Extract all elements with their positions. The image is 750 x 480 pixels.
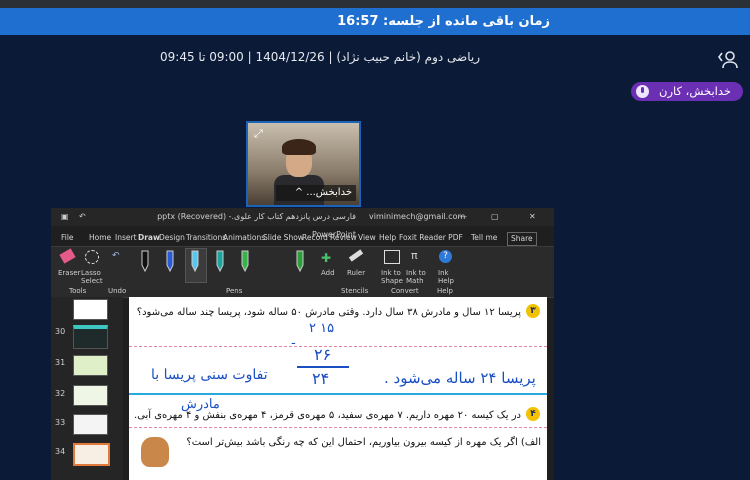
pen-blue-icon[interactable] — [164, 249, 176, 273]
microphone-icon — [636, 85, 649, 98]
slide-thumbnail[interactable] — [73, 299, 108, 320]
tab-foxit[interactable]: Foxit Reader PDF — [399, 230, 463, 246]
handwritten-subtract: ۲۶ — [314, 345, 332, 364]
video-name-text: خدابخش... — [306, 187, 352, 198]
video-person-hair — [282, 139, 316, 155]
ink-help-icon[interactable]: ? — [439, 250, 452, 263]
session-timer-bar: زمان باقی مانده از جلسه: 16:57 — [0, 8, 750, 35]
question-text: در یک کیسه ۲۰ مهره داریم. ۷ مهره‌ی سفید،… — [133, 410, 521, 421]
save-icon[interactable]: ▣ — [61, 208, 69, 226]
handwritten-answer: پریسا ۲۴ ساله می‌شود . — [384, 369, 536, 387]
blue-line — [129, 393, 547, 395]
slide-thumbnails: 30 31 32 33 34 — [51, 297, 123, 480]
ink-to-math-icon[interactable]: π — [411, 249, 418, 262]
question-text: الف) اگر یک مهره از کیسه بیرون بیاوریم، … — [186, 437, 541, 448]
question-number: ۳ — [526, 304, 540, 318]
help-group: Help — [437, 287, 453, 295]
pen-teal-icon[interactable] — [214, 249, 226, 273]
handwritten-line — [297, 366, 349, 368]
handwritten-difference: تفاوت سنی پریسا با — [151, 367, 268, 383]
ruler-icon[interactable] — [348, 249, 364, 262]
shared-screen-powerpoint[interactable]: ▣ ↶ فارسی درس پانزدهم کتاب کار علوی.pptx… — [51, 208, 554, 480]
add-label: Add — [321, 269, 335, 277]
pen-green-icon[interactable] — [239, 249, 251, 273]
current-slide: ۳ پریسا ۱۲ سال و مادرش ۳۸ سال دارد. وقتی… — [129, 297, 547, 480]
tools-group: Tools — [69, 287, 87, 295]
ink-to-shape-label: Ink to Shape — [381, 269, 403, 285]
slide-number: 34 — [55, 447, 66, 456]
minus-sign: - — [291, 335, 296, 351]
pen-green2-icon[interactable] — [294, 249, 306, 273]
tab-insert[interactable]: Insert — [115, 230, 137, 246]
powerpoint-titlebar: ▣ ↶ فارسی درس پانزدهم کتاب کار علوی.pptx… — [51, 208, 554, 239]
add-pen-icon[interactable]: ✚ — [321, 251, 331, 265]
slide-thumbnail[interactable] — [73, 355, 108, 376]
tell-me[interactable]: Tell me — [471, 230, 497, 246]
tab-slideshow[interactable]: Slide Show — [263, 230, 304, 246]
eraser-label: Eraser — [58, 269, 81, 277]
ribbon-tabs: File Home Insert Draw Design Transitions… — [51, 230, 554, 246]
slide-thumbnail[interactable] — [73, 325, 108, 349]
pen-black-icon[interactable] — [139, 249, 151, 273]
tab-view[interactable]: View — [358, 230, 376, 246]
ruler-label: Ruler — [347, 269, 366, 277]
ink-help-label: Ink Help — [438, 269, 454, 285]
handwritten-result: ۲۴ — [312, 369, 330, 388]
tab-draw[interactable]: Draw — [138, 230, 160, 246]
participant-name: خدابخش، کارن — [659, 84, 731, 98]
user-email: viminimech@gmail.com — [369, 212, 466, 221]
participants-icon[interactable] — [716, 50, 740, 70]
tab-help[interactable]: Help — [379, 230, 396, 246]
undo-icon[interactable]: ↶ — [79, 208, 86, 226]
undo-group: Undo — [108, 287, 127, 295]
dashed-line — [129, 346, 547, 347]
ink-to-shape-icon[interactable] — [384, 250, 400, 264]
handwritten-digits: ۲ ۱۵ — [309, 321, 335, 336]
slide-number: 31 — [55, 358, 66, 367]
pen-lightblue-icon[interactable] — [189, 249, 201, 273]
convert-group: Convert — [391, 287, 419, 295]
slide-number: 33 — [55, 418, 66, 427]
slide-number: 30 — [55, 327, 66, 336]
top-strip — [0, 0, 750, 8]
expand-icon[interactable]: ⤢ — [254, 128, 266, 140]
tab-review[interactable]: Review — [330, 230, 357, 246]
cartoon-image — [141, 437, 169, 467]
share-button[interactable]: Share — [507, 232, 537, 246]
session-info: ریاضی دوم (خانم حبیب نژاد) | 1404/12/26 … — [160, 50, 480, 64]
close-icon[interactable]: ✕ — [529, 208, 536, 226]
dashed-line — [129, 427, 547, 428]
tab-animations[interactable]: Animations — [223, 230, 265, 246]
tab-file[interactable]: File — [61, 230, 74, 246]
video-name-label: خدابخش... ^ — [276, 185, 356, 201]
ink-to-math-label: Ink to Math — [406, 269, 426, 285]
tab-home[interactable]: Home — [89, 230, 111, 246]
tab-transitions[interactable]: Transitions — [186, 230, 226, 246]
slide-thumbnail[interactable] — [73, 385, 108, 406]
tab-record[interactable]: Record — [302, 230, 328, 246]
eraser-icon[interactable] — [59, 248, 76, 264]
timer-label: زمان باقی مانده از جلسه: 16:57 — [337, 14, 550, 29]
draw-ribbon: Eraser Lasso Select Tools ↶ Undo ✚ Add P… — [51, 246, 554, 298]
tab-design[interactable]: Design — [159, 230, 185, 246]
lasso-label: Lasso Select — [81, 269, 103, 285]
slide-thumbnail[interactable] — [73, 414, 108, 435]
minimize-icon[interactable]: — — [459, 208, 467, 226]
pens-group: Pens — [226, 287, 243, 295]
slide-thumbnail-selected[interactable] — [73, 443, 110, 466]
question-number: ۴ — [526, 407, 540, 421]
participant-video-tile[interactable]: ⤢ خدابخش... ^ — [246, 121, 361, 207]
lasso-icon[interactable] — [85, 250, 99, 264]
ribbon-undo-icon[interactable]: ↶ — [112, 251, 120, 261]
stencils-group: Stencils — [341, 287, 369, 295]
slide-number: 32 — [55, 389, 66, 398]
question-text: پریسا ۱۲ سال و مادرش ۳۸ سال دارد. وقتی م… — [136, 307, 521, 318]
maximize-icon[interactable]: ▢ — [491, 208, 499, 226]
speaking-participant-badge[interactable]: خدابخش، کارن — [631, 82, 743, 101]
